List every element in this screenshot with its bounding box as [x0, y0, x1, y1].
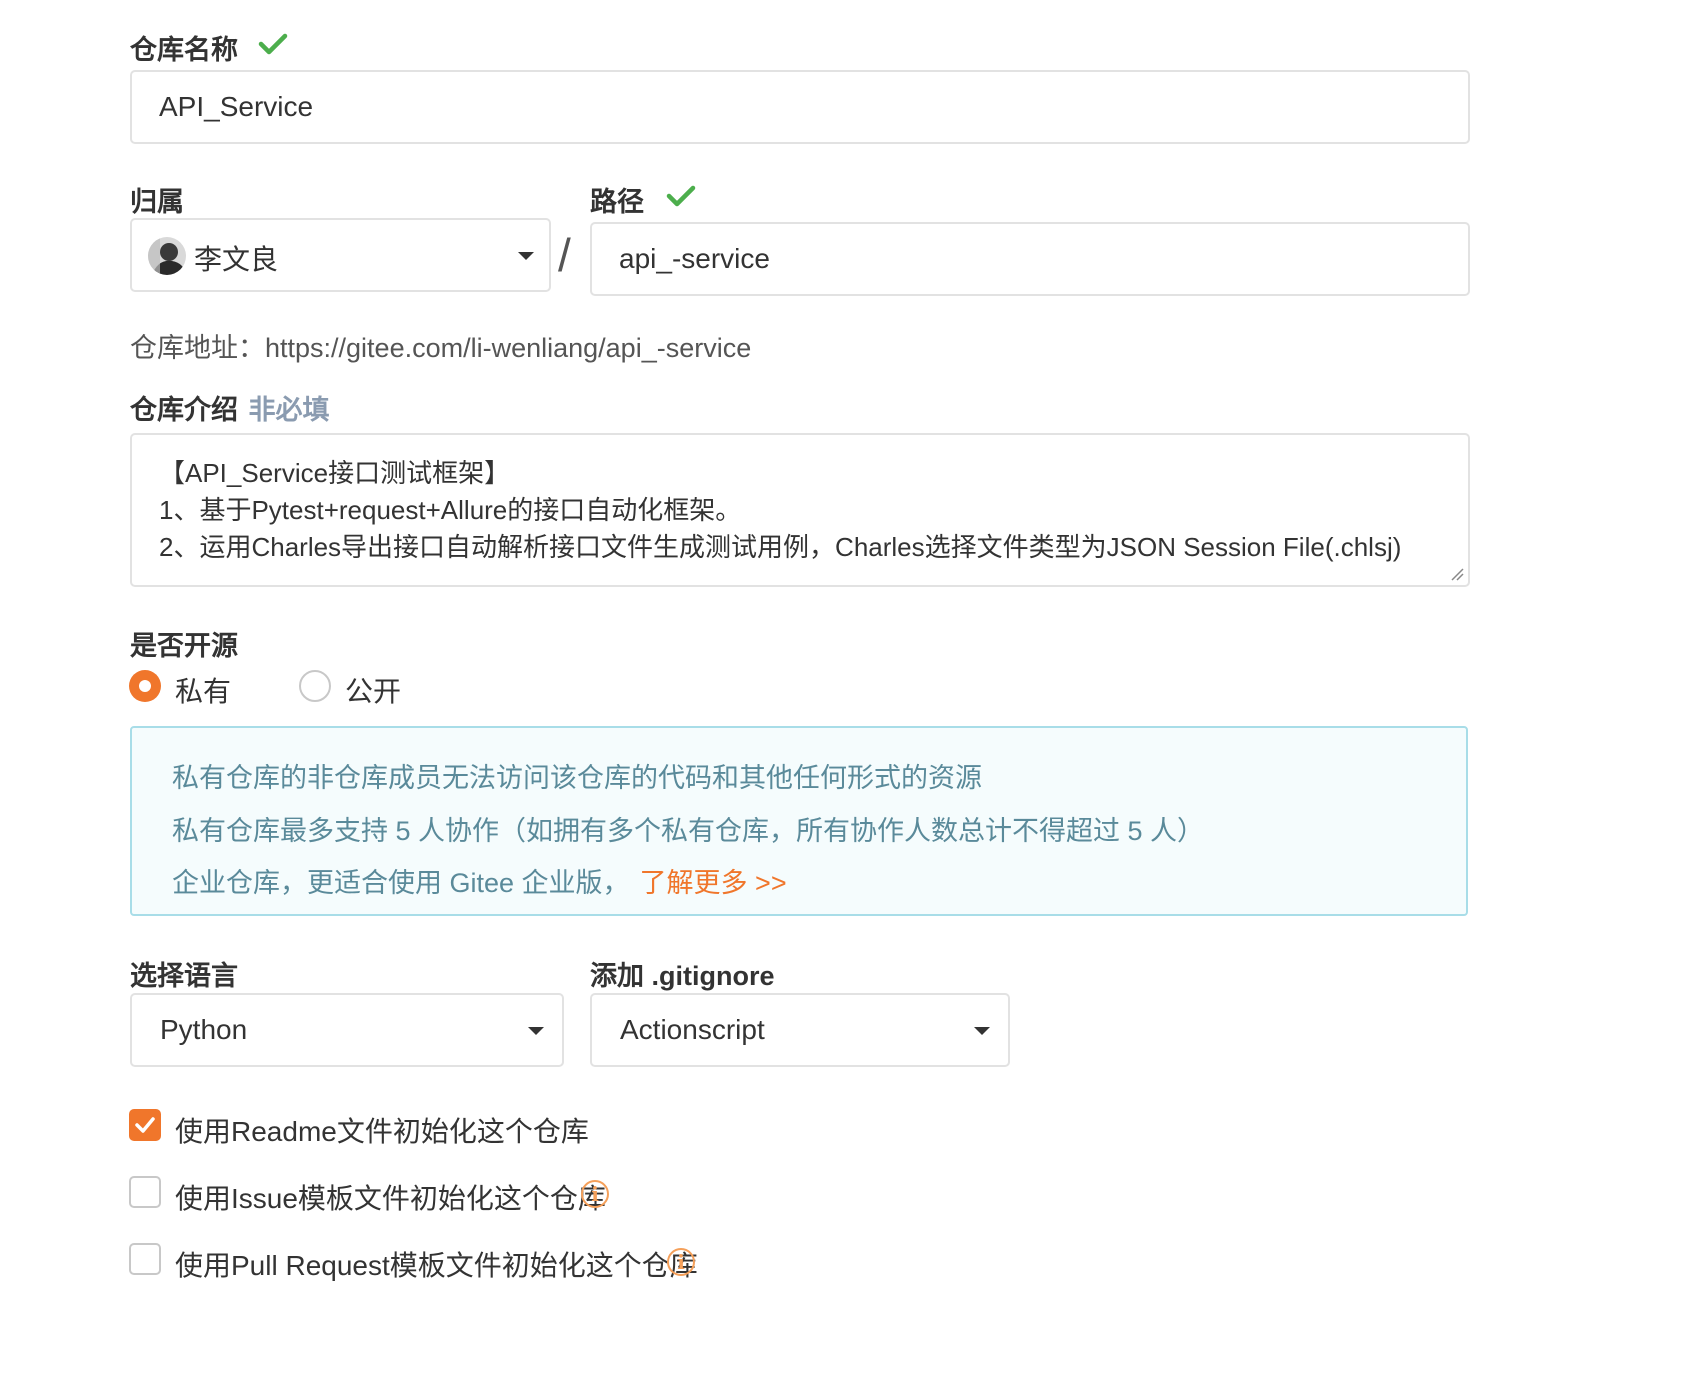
- chevron-down-icon: [518, 252, 534, 260]
- notice-line: 企业仓库，更适合使用 Gitee 企业版， 了解更多 >>: [172, 861, 787, 900]
- learn-more-link[interactable]: 了解更多 >>: [640, 868, 787, 898]
- repo-url-prefix: 仓库地址：: [130, 333, 265, 363]
- path-separator: /: [558, 229, 571, 281]
- language-value: Python: [160, 1014, 248, 1045]
- description-line: 2、运用Charles导出接口自动解析接口文件生成测试用例，Charles选择文…: [159, 532, 1402, 562]
- private-notice: 私有仓库的非仓库成员无法访问该仓库的代码和其他任何形式的资源 私有仓库最多支持 …: [130, 726, 1468, 916]
- readme-checkbox-label[interactable]: 使用Readme文件初始化这个仓库: [175, 1110, 589, 1150]
- owner-select[interactable]: 李文良: [130, 218, 551, 292]
- description-label-text: 仓库介绍: [130, 395, 238, 425]
- chevron-down-icon: [528, 1027, 544, 1035]
- language-select[interactable]: Python: [130, 993, 564, 1067]
- resize-handle-icon[interactable]: [1450, 567, 1464, 581]
- repo-name-value: API_Service: [159, 91, 314, 122]
- optional-hint: 非必填: [248, 395, 330, 425]
- check-icon: [666, 185, 696, 207]
- radio-public[interactable]: [299, 670, 331, 702]
- language-label: 选择语言: [130, 961, 238, 991]
- pr-template-checkbox[interactable]: [129, 1243, 161, 1275]
- info-icon[interactable]: i: [581, 1180, 609, 1208]
- info-icon[interactable]: i: [667, 1248, 695, 1276]
- avatar: [148, 237, 186, 275]
- repo-name-input[interactable]: API_Service: [130, 70, 1470, 144]
- radio-public-label[interactable]: 公开: [345, 670, 401, 710]
- gitignore-value: Actionscript: [620, 1014, 765, 1045]
- description-label: 仓库介绍 非必填: [130, 388, 329, 427]
- issue-template-checkbox[interactable]: [129, 1176, 161, 1208]
- radio-private[interactable]: [129, 670, 161, 702]
- pr-template-checkbox-label[interactable]: 使用Pull Request模板文件初始化这个仓库: [175, 1244, 698, 1284]
- radio-private-label[interactable]: 私有: [175, 670, 231, 710]
- check-icon: [258, 33, 288, 55]
- repo-url-value: https://gitee.com/li-wenliang/api_-servi…: [265, 333, 752, 363]
- notice-line: 私有仓库最多支持 5 人协作（如拥有多个私有仓库，所有协作人数总计不得超过 5 …: [172, 816, 1205, 846]
- gitignore-label: 添加 .gitignore: [590, 961, 775, 991]
- visibility-label: 是否开源: [130, 631, 238, 661]
- issue-template-checkbox-label[interactable]: 使用Issue模板文件初始化这个仓库: [175, 1177, 606, 1217]
- repo-name-label: 仓库名称: [130, 35, 238, 65]
- path-value: api_-service: [619, 243, 770, 274]
- repo-url: 仓库地址：https://gitee.com/li-wenliang/api_-…: [130, 326, 751, 365]
- gitignore-select[interactable]: Actionscript: [590, 993, 1010, 1067]
- description-line: 【API_Service接口测试框架】: [159, 458, 511, 488]
- path-label: 路径: [590, 187, 644, 217]
- description-text: 【API_Service接口测试框架】 1、基于Pytest+request+A…: [159, 455, 1401, 566]
- owner-value: 李文良: [194, 244, 279, 275]
- owner-label: 归属: [130, 187, 184, 217]
- description-line: 1、基于Pytest+request+Allure的接口自动化框架。: [159, 495, 742, 525]
- notice-line: 私有仓库的非仓库成员无法访问该仓库的代码和其他任何形式的资源: [172, 763, 982, 793]
- checkmark-icon: [135, 1117, 155, 1133]
- path-input[interactable]: api_-service: [590, 222, 1470, 296]
- notice-line-text: 企业仓库，更适合使用 Gitee 企业版，: [172, 868, 630, 898]
- description-textarea[interactable]: 【API_Service接口测试框架】 1、基于Pytest+request+A…: [130, 433, 1470, 587]
- chevron-down-icon: [974, 1027, 990, 1035]
- readme-checkbox[interactable]: [129, 1109, 161, 1141]
